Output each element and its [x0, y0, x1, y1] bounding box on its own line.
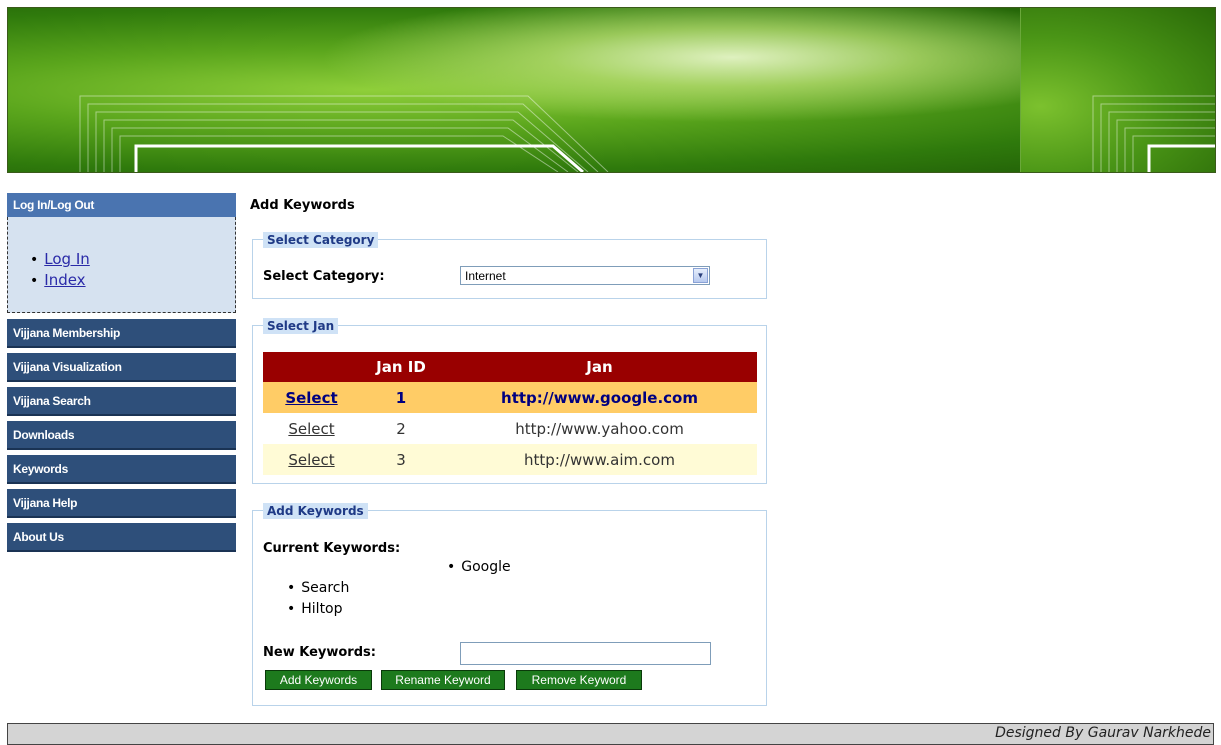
- jan-table: Jan ID Jan Select 1 http://www.google.co…: [263, 352, 757, 475]
- sidebar-item-keywords[interactable]: Keywords: [7, 455, 236, 484]
- remove-keyword-button[interactable]: Remove Keyword: [516, 670, 642, 690]
- category-selected-value: Internet: [465, 269, 506, 283]
- table-row: Select 1 http://www.google.com: [263, 382, 757, 413]
- column-header-action: [263, 352, 360, 382]
- list-item: Google: [447, 557, 510, 578]
- jan-id-cell: 1: [360, 382, 442, 413]
- footer: Designed By Gaurav Narkhede: [7, 723, 1214, 745]
- chevron-down-icon[interactable]: ▼: [693, 268, 708, 283]
- login-link[interactable]: Log In: [44, 250, 90, 268]
- sidebar-item-visualization[interactable]: Vijjana Visualization: [7, 353, 236, 382]
- jan-fieldset: Select Jan Jan ID Jan Select 1 http://ww…: [252, 318, 767, 484]
- sidebar-item-about[interactable]: About Us: [7, 523, 236, 552]
- new-keywords-input[interactable]: [460, 642, 711, 665]
- keyword-list-primary: Google: [447, 557, 510, 578]
- select-link[interactable]: Select: [288, 420, 334, 438]
- new-keywords-label: New Keywords:: [263, 645, 376, 660]
- select-link[interactable]: Select: [288, 451, 334, 469]
- main-content: Add Keywords: [250, 194, 770, 213]
- category-legend: Select Category: [263, 232, 379, 248]
- add-keywords-button[interactable]: Add Keywords: [265, 670, 372, 690]
- category-select[interactable]: Internet ▼: [460, 266, 710, 285]
- table-row: Select 3 http://www.aim.com: [263, 444, 757, 475]
- keywords-fieldset: Add Keywords Current Keywords: Google Se…: [252, 503, 767, 706]
- list-item: Log In: [30, 249, 235, 270]
- list-item: Search: [287, 578, 349, 599]
- jan-legend: Select Jan: [263, 318, 339, 334]
- index-link[interactable]: Index: [44, 271, 85, 289]
- current-keywords-label: Current Keywords:: [263, 541, 401, 556]
- banner-right-panel: [1020, 8, 1215, 172]
- login-panel: Log In Index: [7, 217, 236, 313]
- list-item: Hiltop: [287, 599, 349, 620]
- sidebar-item-downloads[interactable]: Downloads: [7, 421, 236, 450]
- table-header-row: Jan ID Jan: [263, 352, 757, 382]
- category-fieldset: Select Category Select Category: Interne…: [252, 232, 767, 299]
- jan-id-cell: 3: [360, 444, 442, 475]
- column-header-jan-id: Jan ID: [360, 352, 442, 382]
- sidebar-header-login[interactable]: Log In/Log Out: [7, 193, 236, 217]
- keywords-legend: Add Keywords: [263, 503, 368, 519]
- sidebar-item-help[interactable]: Vijjana Help: [7, 489, 236, 518]
- footer-credit: Designed By Gaurav Narkhede: [995, 725, 1211, 741]
- keyword-list: Search Hiltop: [287, 578, 349, 620]
- jan-url-cell: http://www.google.com: [442, 382, 757, 413]
- category-label: Select Category:: [263, 269, 385, 284]
- banner-decoration: [79, 95, 609, 172]
- column-header-jan: Jan: [442, 352, 757, 382]
- sidebar: Log In/Log Out Log In Index Vijjana Memb…: [7, 193, 236, 552]
- sidebar-item-membership[interactable]: Vijjana Membership: [7, 319, 236, 348]
- jan-url-cell: http://www.yahoo.com: [515, 419, 684, 438]
- header-banner: [7, 7, 1216, 173]
- table-row: Select 2 http://www.yahoo.com: [263, 413, 757, 444]
- jan-url-cell: http://www.aim.com: [442, 444, 757, 475]
- list-item: Index: [30, 270, 235, 291]
- page-title: Add Keywords: [250, 198, 355, 213]
- select-link[interactable]: Select: [285, 389, 337, 407]
- jan-id-cell: 2: [396, 419, 406, 438]
- rename-keyword-button[interactable]: Rename Keyword: [381, 670, 505, 690]
- sidebar-item-search[interactable]: Vijjana Search: [7, 387, 236, 416]
